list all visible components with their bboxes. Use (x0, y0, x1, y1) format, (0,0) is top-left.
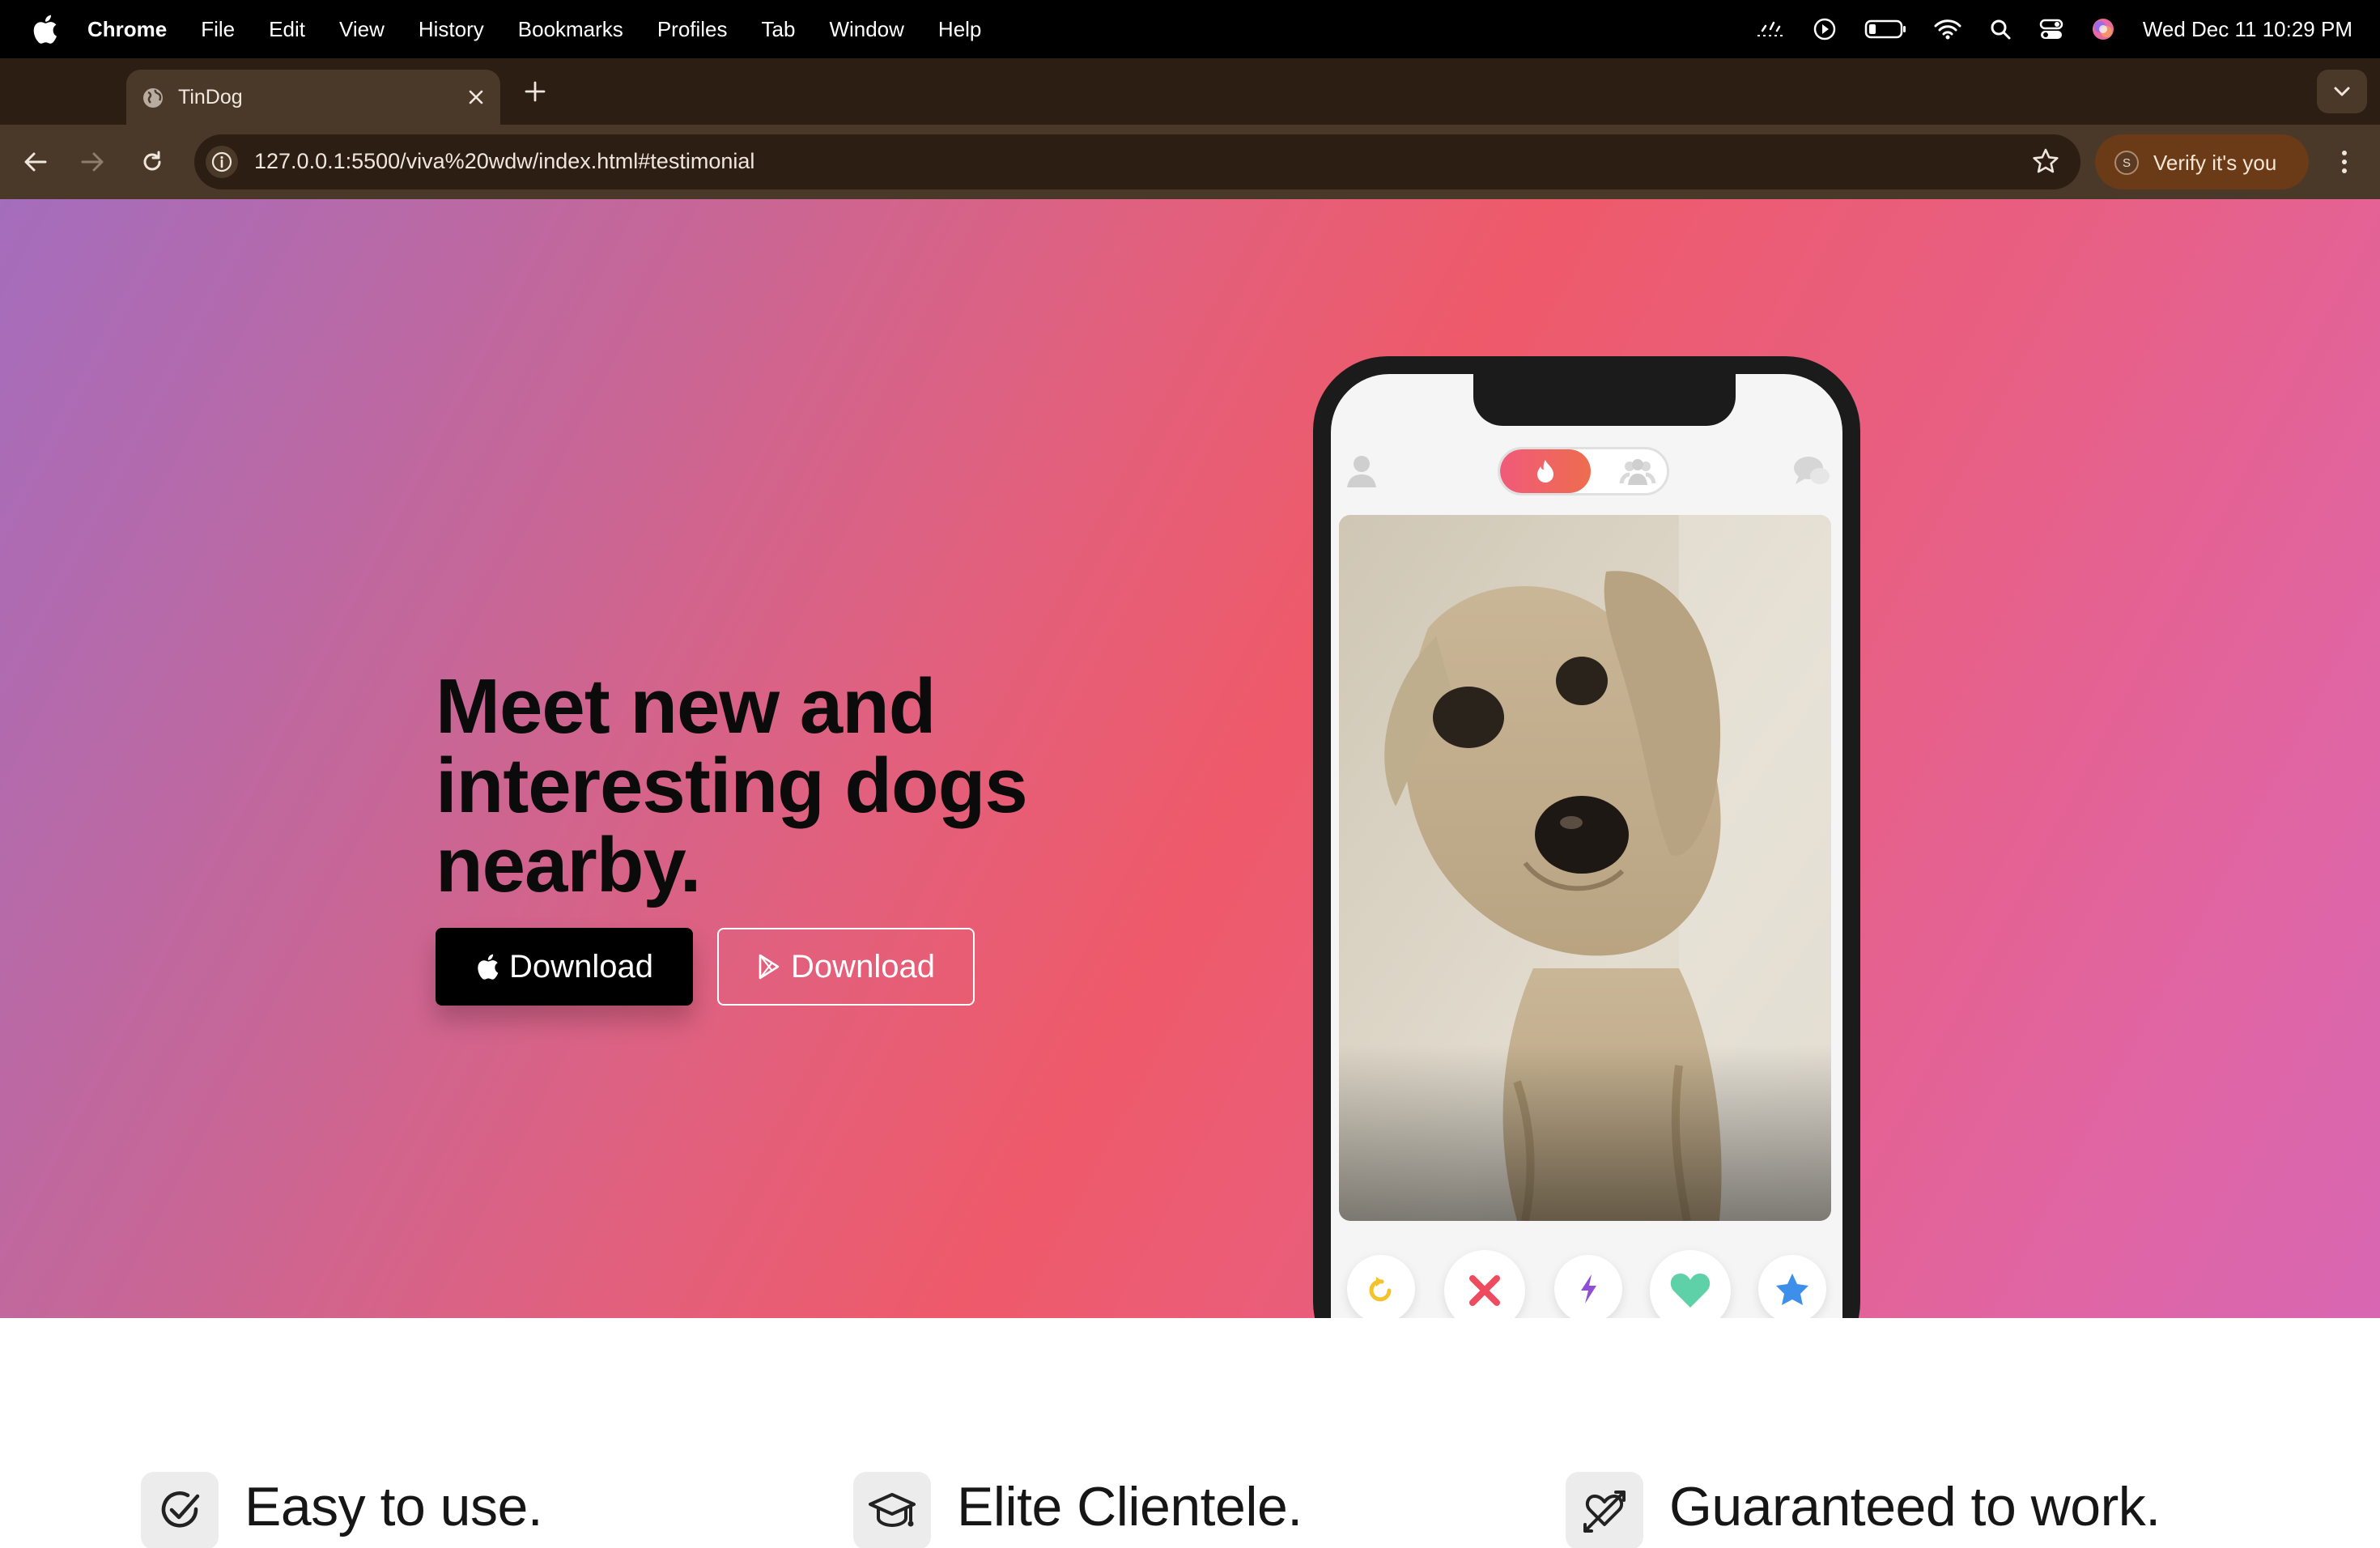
address-bar[interactable]: 127.0.0.1:5500/viva%20wdw/index.html#tes… (194, 134, 2080, 189)
close-icon (469, 90, 483, 104)
menu-view[interactable]: View (322, 17, 402, 42)
heart-arrow-icon (1566, 1472, 1643, 1548)
apple-download-label: Download (509, 948, 653, 985)
browser-tab-strip: TinDog (0, 58, 2380, 125)
hero-headline: Meet new and interesting dogs nearby. (436, 663, 1028, 908)
tab-close-button[interactable] (463, 84, 489, 110)
feature-title: Easy to use. (244, 1476, 543, 1537)
battery-icon[interactable] (1864, 19, 1906, 40)
wifi-icon[interactable] (1934, 19, 1961, 40)
graduation-cap-icon (853, 1472, 931, 1548)
menu-file[interactable]: File (184, 17, 252, 42)
menu-edit[interactable]: Edit (252, 17, 322, 42)
verify-profile-button[interactable]: S Verify it's you (2095, 134, 2309, 189)
discover-toggle (1498, 447, 1669, 495)
plus-icon (525, 81, 546, 102)
profile-avatar: S (2114, 151, 2139, 175)
boost-button[interactable] (1554, 1255, 1622, 1318)
siri-icon[interactable] (2091, 17, 2115, 41)
macos-menu-bar: Chrome File Edit View History Bookmarks … (0, 0, 2380, 58)
app-header (1331, 442, 1842, 499)
control-center-icon[interactable] (2039, 18, 2063, 40)
like-button[interactable] (1650, 1250, 1731, 1318)
google-play-download-button[interactable]: Download (717, 928, 975, 1006)
verify-label: Verify it's you (2153, 151, 2277, 175)
menu-window[interactable]: Window (812, 17, 920, 42)
circle-check-icon (141, 1472, 219, 1548)
rewind-icon (1369, 1277, 1392, 1302)
menu-items: Chrome File Edit View History Bookmarks … (87, 0, 998, 58)
nope-button[interactable] (1444, 1250, 1525, 1318)
new-tab-button[interactable] (520, 76, 550, 107)
play-circle-icon[interactable] (1813, 17, 1837, 41)
scribble-status-icon[interactable] (1756, 19, 1785, 39)
tab-tindog[interactable]: TinDog (126, 70, 500, 125)
tab-search-button[interactable] (2317, 70, 2367, 113)
browser-toolbar: 127.0.0.1:5500/viva%20wdw/index.html#tes… (0, 125, 2380, 199)
status-datetime[interactable]: Wed Dec 11 10:29 PM (2143, 17, 2352, 42)
globe-icon (143, 88, 163, 108)
apple-download-button[interactable]: Download (436, 928, 693, 1006)
status-area: Wed Dec 11 10:29 PM (1756, 0, 2352, 58)
flame-icon (1537, 460, 1553, 483)
tab-title: TinDog (178, 86, 243, 108)
x-mark-icon (1469, 1275, 1500, 1306)
heart-icon (1670, 1274, 1711, 1308)
star-icon (1776, 1274, 1808, 1305)
apple-logo-icon[interactable] (31, 13, 58, 45)
more-vertical-icon (2342, 151, 2347, 173)
site-info-button[interactable] (206, 146, 238, 178)
address-url[interactable]: 127.0.0.1:5500/viva%20wdw/index.html#tes… (254, 149, 754, 174)
chevron-down-icon (2334, 87, 2350, 96)
info-icon (211, 151, 232, 172)
browser-menu-button[interactable] (2328, 146, 2361, 178)
feature-title: Guaranteed to work. (1669, 1476, 2161, 1537)
rewind-button[interactable] (1347, 1255, 1415, 1318)
chat-bubbles-icon (1794, 457, 1830, 484)
swipe-actions (1331, 1250, 1842, 1318)
back-button[interactable] (18, 144, 53, 180)
phone-screen (1331, 374, 1842, 1318)
menu-app-name[interactable]: Chrome (87, 17, 184, 42)
bookmark-star-button[interactable] (2032, 147, 2059, 179)
menu-help[interactable]: Help (921, 17, 998, 42)
arrow-left-icon (24, 152, 47, 172)
arrow-right-icon (81, 152, 104, 172)
group-icon (1619, 459, 1656, 485)
menu-tab[interactable]: Tab (745, 17, 813, 42)
hero-section: Meet new and interesting dogs nearby. Do… (0, 199, 2380, 1318)
spotlight-search-icon[interactable] (1989, 18, 2012, 40)
menu-bookmarks[interactable]: Bookmarks (501, 17, 640, 42)
star-outline-icon (2033, 148, 2059, 173)
reload-button[interactable] (134, 144, 170, 180)
user-profile-icon (1347, 456, 1376, 487)
menu-profiles[interactable]: Profiles (640, 17, 745, 42)
menu-history[interactable]: History (402, 17, 501, 42)
dog-photo (1339, 515, 1831, 1221)
google-play-icon (759, 954, 780, 980)
super-like-button[interactable] (1758, 1255, 1826, 1318)
lightning-bolt-icon (1581, 1274, 1596, 1303)
feature-title: Elite Clientele. (957, 1476, 1303, 1537)
phone-notch (1473, 374, 1736, 426)
reload-icon (143, 151, 161, 171)
apple-logo-icon (478, 954, 499, 980)
phone-mockup (1313, 356, 1860, 1318)
toggle-active (1500, 449, 1591, 493)
dog-illustration (1339, 515, 1831, 1221)
play-download-label: Download (791, 948, 935, 985)
forward-button[interactable] (74, 144, 110, 180)
